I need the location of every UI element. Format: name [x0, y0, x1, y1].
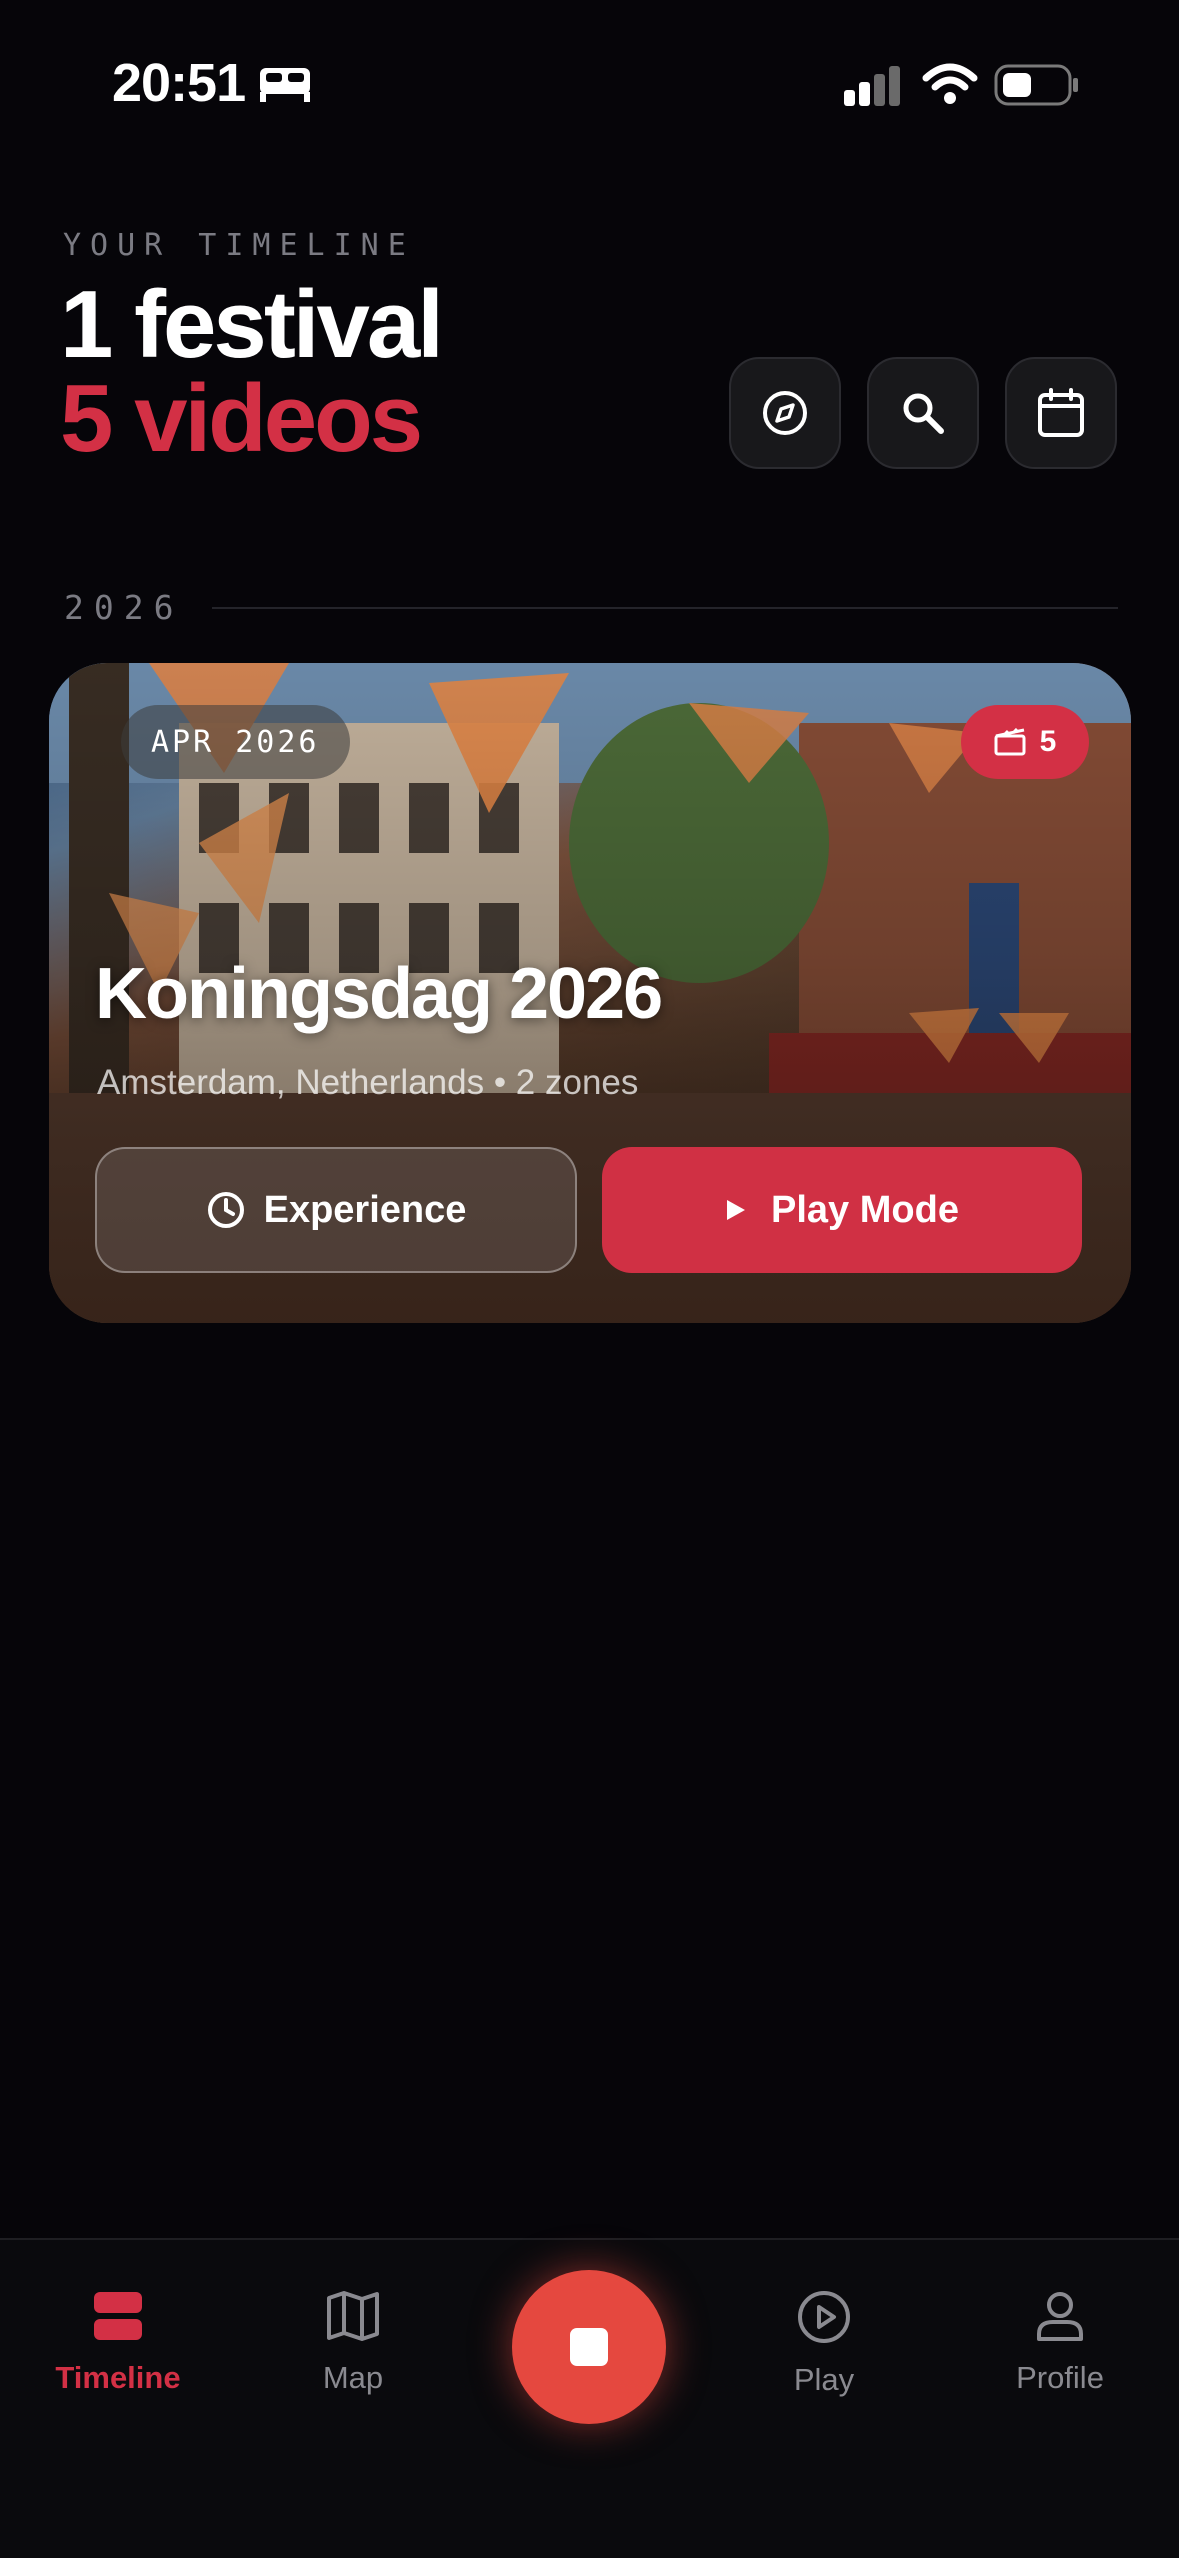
experience-label: Experience: [263, 1188, 467, 1231]
search-icon: [903, 393, 944, 434]
play-icon: [727, 1200, 746, 1220]
wifi-icon: [922, 62, 978, 111]
map-icon: [327, 2291, 379, 2341]
clock-icon: [207, 1192, 244, 1228]
status-time: 20:51: [112, 53, 246, 113]
tab-map[interactable]: Map: [253, 2290, 453, 2396]
experience-button[interactable]: Experience: [95, 1147, 577, 1273]
tab-timeline[interactable]: Timeline: [18, 2290, 218, 2396]
festival-title: Koningsdag 2026: [95, 954, 663, 1034]
video-count-title: 5 videos: [60, 365, 423, 472]
tab-map-label: Map: [322, 2360, 384, 2395]
signal-icon: [842, 66, 902, 113]
explore-button[interactable]: [729, 357, 841, 469]
video-count-badge: 5: [961, 705, 1089, 779]
bed-icon: [258, 64, 312, 109]
record-button[interactable]: [512, 2270, 666, 2424]
play-mode-label: Play Mode: [771, 1188, 959, 1231]
festival-card[interactable]: APR 2026 5 Koningsdag 2026 Amsterdam, Ne…: [49, 663, 1131, 1323]
calendar-icon: [1038, 388, 1084, 437]
battery-icon: [994, 64, 1080, 111]
stop-icon: [570, 2328, 608, 2366]
tab-play[interactable]: Play: [724, 2290, 924, 2398]
card-date-badge: APR 2026: [121, 705, 350, 779]
year-label: 2026: [64, 588, 184, 627]
clapperboard-icon: [994, 728, 1026, 756]
timeline-eyebrow: YOUR TIMELINE: [63, 228, 415, 263]
festival-location: Amsterdam, Netherlands • 2 zones: [97, 1063, 639, 1102]
tab-timeline-label: Timeline: [55, 2360, 181, 2395]
year-divider: [212, 607, 1118, 609]
tab-profile-label: Profile: [1016, 2360, 1104, 2395]
play-circle-icon: [798, 2291, 850, 2343]
timeline-icon: [94, 2292, 142, 2340]
tab-play-label: Play: [793, 2362, 855, 2397]
play-mode-button[interactable]: Play Mode: [602, 1147, 1082, 1273]
video-count-value: 5: [1039, 725, 1057, 758]
calendar-button[interactable]: [1005, 357, 1117, 469]
profile-icon: [1037, 2292, 1083, 2341]
compass-icon: [763, 391, 807, 435]
tab-profile[interactable]: Profile: [960, 2290, 1160, 2396]
search-button[interactable]: [867, 357, 979, 469]
